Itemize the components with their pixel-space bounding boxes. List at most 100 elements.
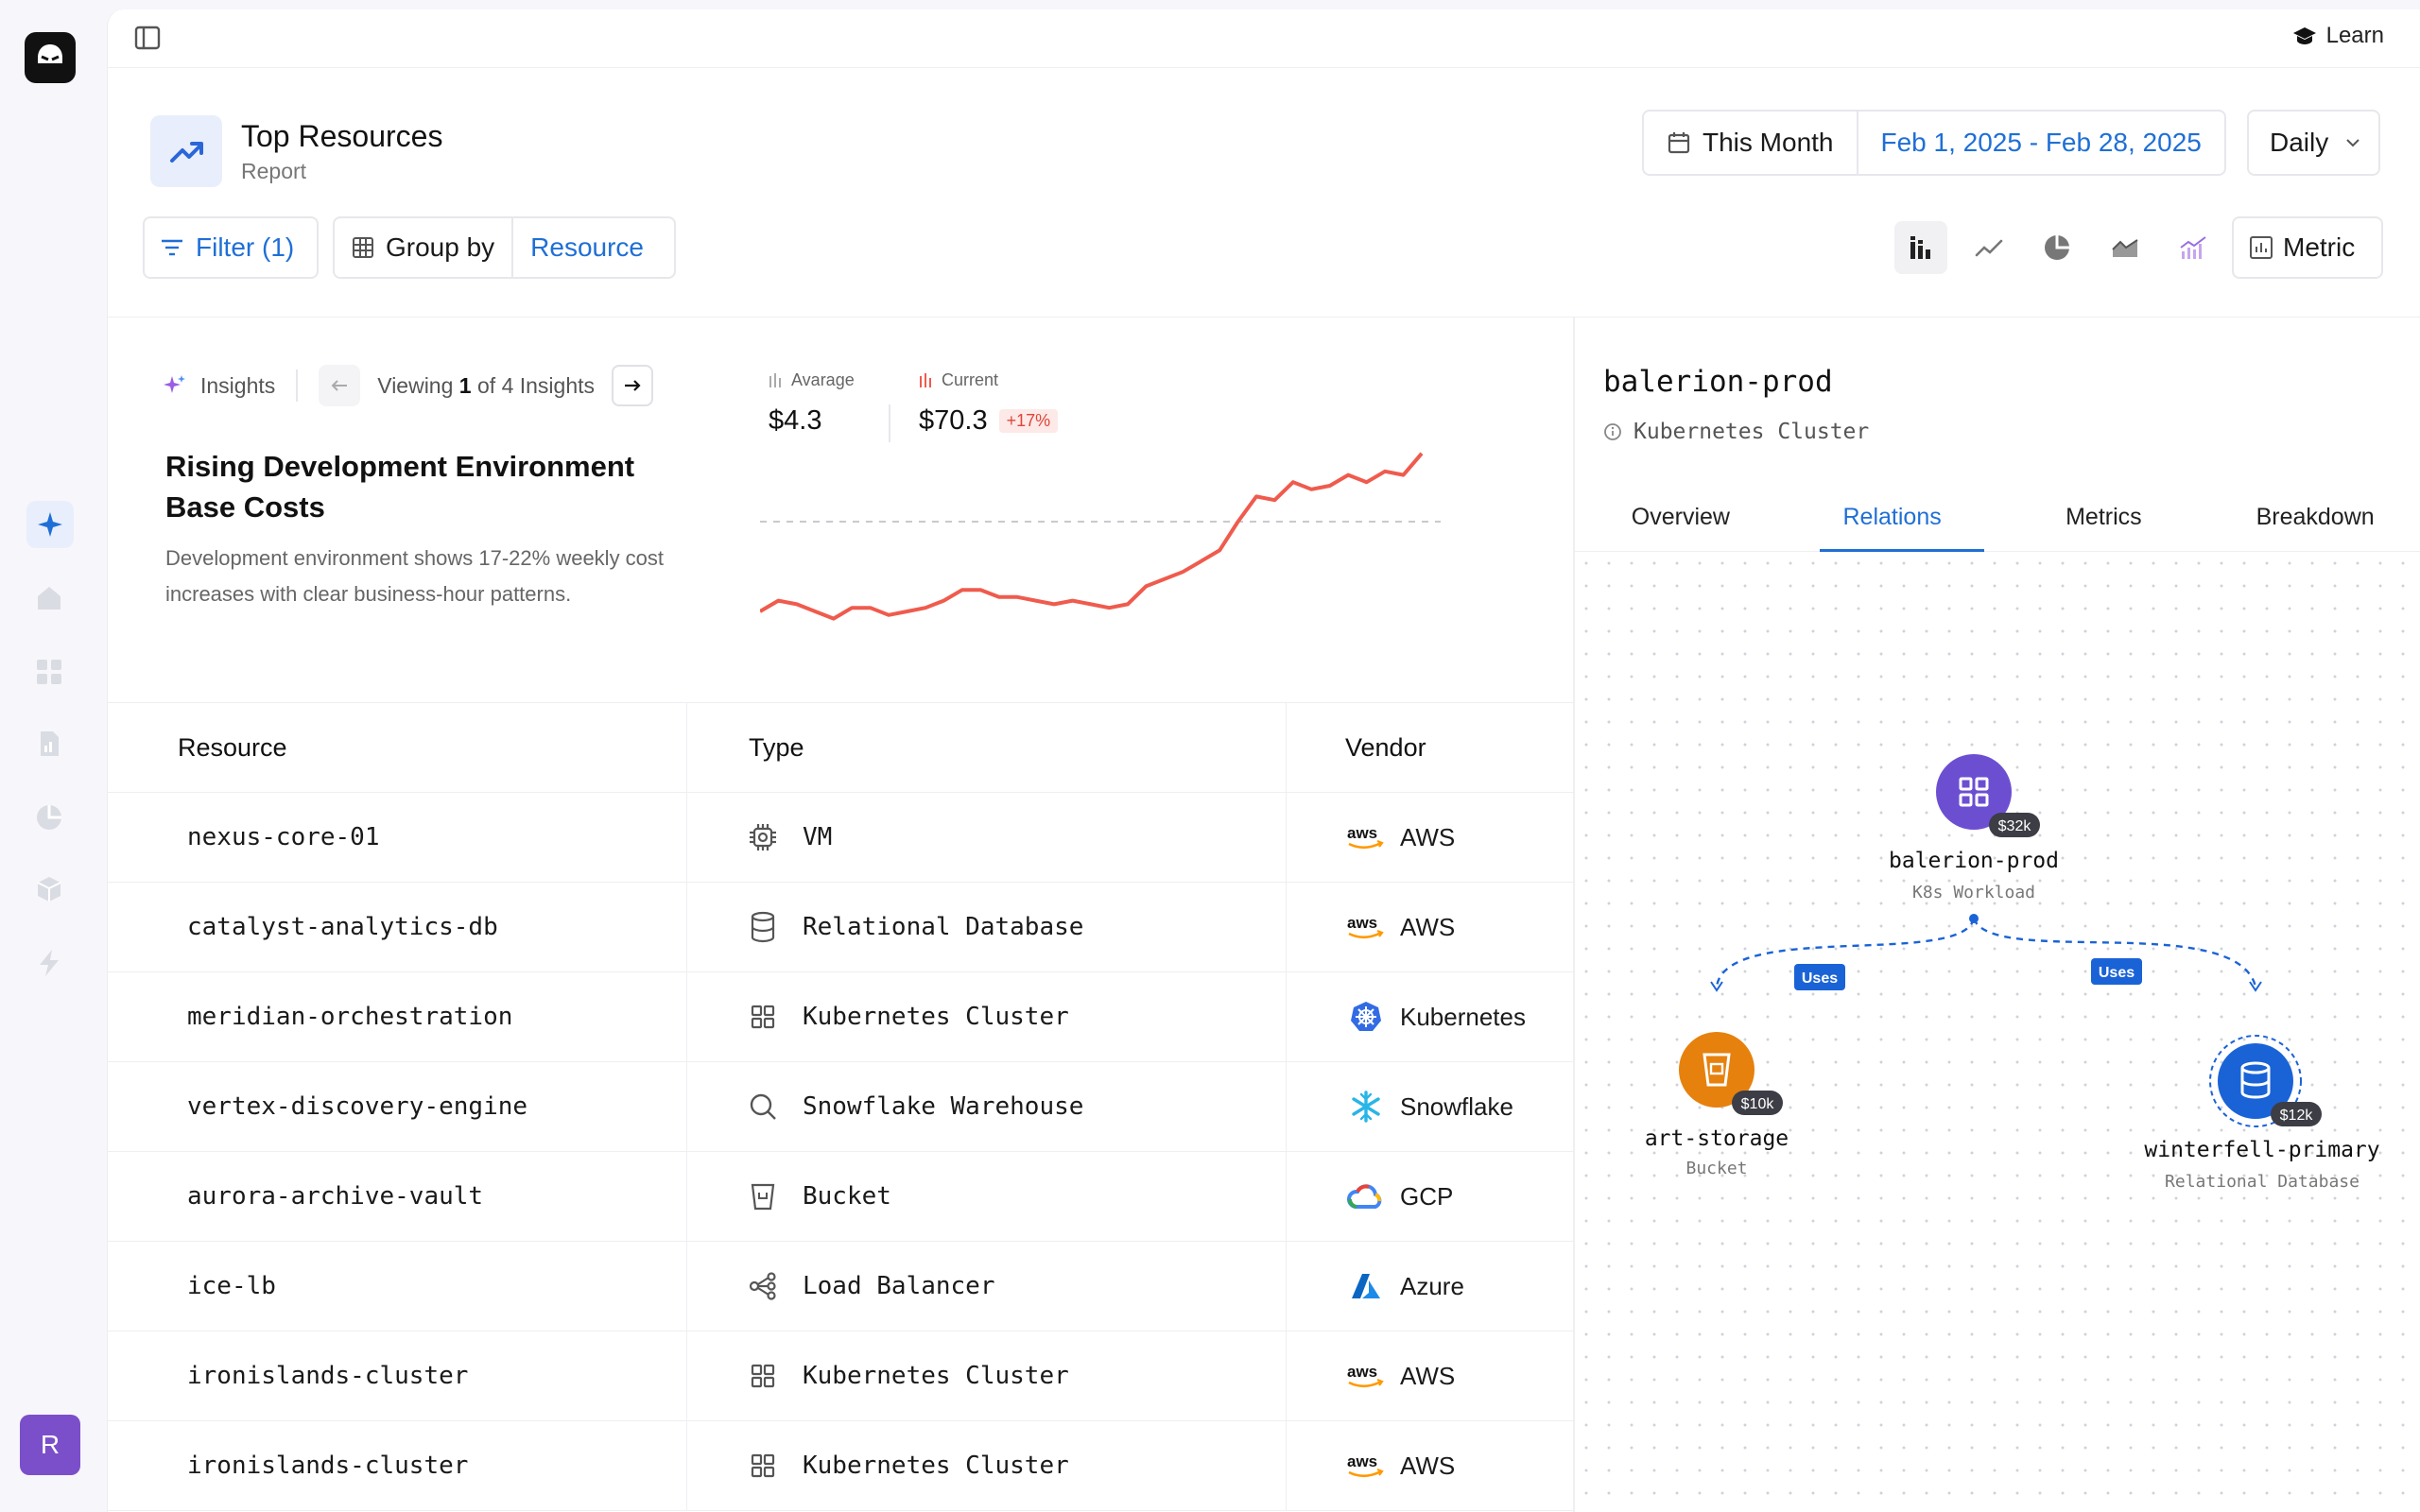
group-by-button[interactable]: Group by <box>335 218 511 277</box>
edge-label-left[interactable]: Uses <box>1802 971 1838 987</box>
next-insight-button[interactable] <box>612 365 654 406</box>
chevron-down-icon <box>2346 139 2360 147</box>
resource-type-cell: Bucket <box>687 1152 1287 1241</box>
edge-label-right[interactable]: Uses <box>2099 965 2135 981</box>
resource-name[interactable]: ice-lb <box>108 1242 687 1331</box>
gcp-logo-icon <box>1345 1179 1387 1213</box>
search-icon <box>746 1090 780 1124</box>
tab-metrics[interactable]: Metrics <box>1998 484 2210 551</box>
node-kind: K8s Workload <box>1911 883 2036 902</box>
resource-type: Bucket <box>803 1182 891 1211</box>
granularity-select[interactable]: Daily <box>2247 110 2380 176</box>
table-row[interactable]: ironislands-cluster Kubernetes Cluster aws… <box>108 1332 1573 1421</box>
line-chart-icon[interactable] <box>1962 221 2015 274</box>
previous-insight-button[interactable] <box>319 365 361 406</box>
column-header-vendor[interactable]: Vendor <box>1287 703 1573 792</box>
vendor-cell: Kubernetes <box>1287 972 1573 1061</box>
app-logo[interactable] <box>25 32 76 83</box>
resource-name[interactable]: aurora-archive-vault <box>108 1152 687 1241</box>
insight-current-index: 1 <box>458 372 472 398</box>
resource-name[interactable]: meridian-orchestration <box>108 972 687 1061</box>
resource-name[interactable]: vertex-discovery-engine <box>108 1062 687 1151</box>
top-bar: Learn <box>108 9 2420 68</box>
insights-label: Insights <box>200 372 276 398</box>
node-name: balerion-prod <box>1888 849 2060 873</box>
learn-link[interactable]: Learn <box>2292 23 2384 49</box>
insight-title: Rising Development Environment Base Cost… <box>165 450 635 524</box>
table-row[interactable]: ice-lb Load Balancer Azure <box>108 1242 1573 1332</box>
filter-button[interactable]: Filter (1) <box>143 216 319 279</box>
insight-description: Development environment shows 17-22% wee… <box>165 546 665 606</box>
calendar-icon <box>1668 132 1690 154</box>
area-chart-icon[interactable] <box>2099 221 2152 274</box>
resources-nav-icon[interactable] <box>31 871 67 907</box>
node-name: art-storage <box>1644 1126 1789 1151</box>
combo-chart-icon[interactable] <box>2167 221 2220 274</box>
node-art-storage[interactable]: $10k <box>1679 1032 1783 1115</box>
table-row[interactable]: ironislands-cluster Kubernetes Cluster aws… <box>108 1421 1573 1511</box>
automation-nav-icon[interactable] <box>31 945 67 981</box>
chip-icon <box>746 820 780 854</box>
bar-chart-icon[interactable] <box>1894 221 1947 274</box>
resource-type-cell: VM <box>687 793 1287 882</box>
group-by-value[interactable]: Resource <box>511 218 661 277</box>
tab-breakdown[interactable]: Breakdown <box>2209 484 2420 551</box>
table-header: Resource Type Vendor <box>108 703 1573 793</box>
resource-type: Kubernetes Cluster <box>803 1003 1069 1031</box>
node-cost-badge: $12k <box>2280 1108 2314 1124</box>
tab-relations[interactable]: Relations <box>1787 484 1998 552</box>
cost-series-line <box>760 452 1424 621</box>
left-rail: R <box>0 0 107 1512</box>
table-row[interactable]: vertex-discovery-engine Snowflake Warehou… <box>108 1062 1573 1152</box>
node-balerion-prod[interactable]: $32k <box>1936 754 2040 837</box>
pie-chart-icon[interactable] <box>2031 221 2083 274</box>
column-header-resource[interactable]: Resource <box>108 703 687 792</box>
resource-name[interactable]: catalyst-analytics-db <box>108 883 687 971</box>
aws-logo-icon: aws <box>1345 820 1387 854</box>
filter-label: Filter (1) <box>196 232 295 262</box>
table-row[interactable]: aurora-archive-vault Bucket GCP <box>108 1152 1573 1242</box>
node-winterfell-primary[interactable]: $12k <box>2209 1035 2322 1127</box>
filter-icon <box>162 239 182 256</box>
vendor-cell: GCP <box>1287 1152 1573 1241</box>
kubernetes-logo-icon <box>1345 1000 1387 1034</box>
edge-origin-dot <box>1969 914 1979 923</box>
date-preset-button[interactable]: This Month <box>1644 112 1857 174</box>
date-range-picker[interactable]: This Month Feb 1, 2025 - Feb 28, 2025 <box>1642 110 2226 176</box>
vendor-cell: aws AWS <box>1287 1421 1573 1510</box>
resource-kind: Kubernetes Cluster <box>1634 420 1870 444</box>
user-avatar[interactable]: R <box>20 1415 80 1475</box>
current-delta-badge: +17% <box>998 409 1059 433</box>
insights-nav-icon[interactable] <box>26 501 74 548</box>
current-stat: Current $70.3 +17% <box>919 370 1059 437</box>
analytics-nav-icon[interactable] <box>31 799 67 835</box>
node-name: winterfell-primary <box>2144 1138 2380 1162</box>
arrow-right-icon <box>625 380 641 391</box>
metric-button[interactable]: Metric <box>2232 216 2383 279</box>
resource-subtitle: Kubernetes Cluster <box>1603 420 1869 444</box>
home-nav-icon[interactable] <box>31 580 67 616</box>
vendor-cell: aws AWS <box>1287 883 1573 971</box>
resource-type-cell: Snowflake Warehouse <box>687 1062 1287 1151</box>
table-row[interactable]: meridian-orchestration Kubernetes Cluster… <box>108 972 1573 1062</box>
resource-name[interactable]: nexus-core-01 <box>108 793 687 882</box>
date-range-value[interactable]: Feb 1, 2025 - Feb 28, 2025 <box>1856 112 2224 174</box>
reports-nav-icon[interactable] <box>31 726 67 762</box>
tab-overview[interactable]: Overview <box>1575 484 1787 551</box>
table-row[interactable]: nexus-core-01 VM aws AWS <box>108 793 1573 883</box>
node-cost-badge: $32k <box>1998 818 2032 834</box>
dashboard-nav-icon[interactable] <box>31 654 67 690</box>
table-row[interactable]: catalyst-analytics-db Relational Database… <box>108 883 1573 972</box>
vendor-name: GCP <box>1400 1181 1454 1211</box>
resource-name[interactable]: ironislands-cluster <box>108 1332 687 1420</box>
relations-graph[interactable]: Uses Uses $32k $10k $12k balerion-prod K… <box>1575 552 2420 1512</box>
column-header-type[interactable]: Type <box>687 703 1287 792</box>
group-by-control[interactable]: Group by Resource <box>333 216 676 279</box>
bucket-icon <box>746 1179 780 1213</box>
page-title: Top Resources <box>241 119 443 153</box>
sparkle-icon <box>164 375 185 393</box>
resource-type-cell: Kubernetes Cluster <box>687 972 1287 1061</box>
sidebar-toggle-icon[interactable] <box>133 24 162 52</box>
resource-name[interactable]: ironislands-cluster <box>108 1421 687 1510</box>
resource-type: VM <box>803 823 833 851</box>
